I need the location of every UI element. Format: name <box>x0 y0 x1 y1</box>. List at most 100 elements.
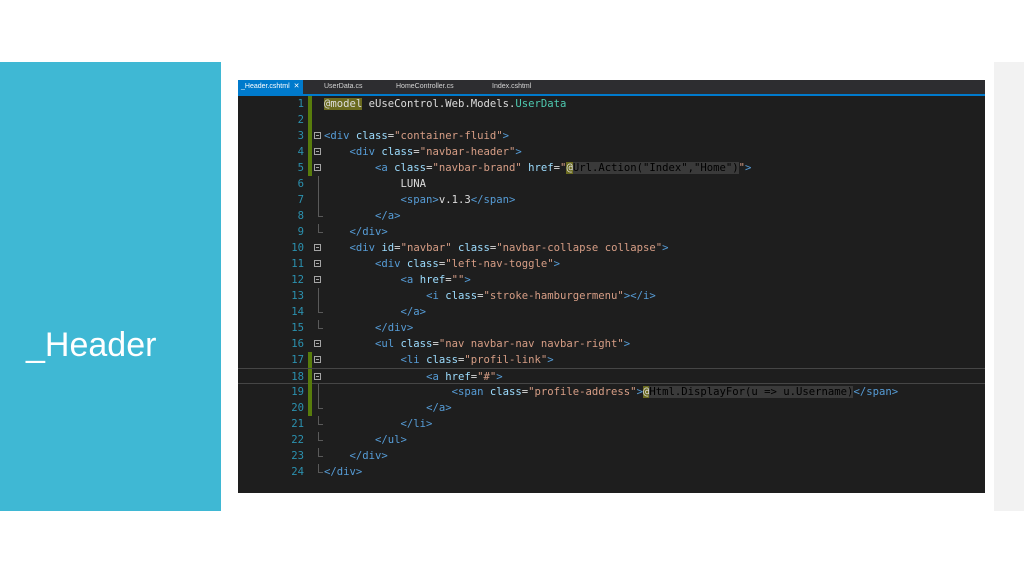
code-line[interactable]: 9 </div> <box>238 224 985 240</box>
code-text: </ul> <box>375 434 407 446</box>
line-number: 18 <box>291 371 304 383</box>
code-text: </a> <box>375 210 401 222</box>
code-text: <span class="profile-address">@Html.Disp… <box>451 386 899 398</box>
fold-end-marker <box>318 448 323 457</box>
fold-guide <box>318 384 319 400</box>
line-number: 10 <box>291 242 304 254</box>
code-line[interactable]: 16 <ul class="nav navbar-nav navbar-righ… <box>238 336 985 352</box>
change-marker <box>308 128 312 144</box>
fold-toggle-icon[interactable] <box>314 148 321 155</box>
editor-tab-bar: _Header.cshtml ✕ UserData.cs HomeControll… <box>238 80 985 96</box>
code-line[interactable]: 2 <box>238 112 985 128</box>
fold-toggle-icon[interactable] <box>314 276 321 283</box>
fold-toggle-icon[interactable] <box>314 356 321 363</box>
fold-end-marker <box>318 208 323 217</box>
fold-end-marker <box>318 416 323 425</box>
tab-label: HomeController.cs <box>396 83 454 90</box>
change-marker <box>308 112 312 128</box>
code-line[interactable]: 24 </div> <box>238 464 985 480</box>
code-text: <div class="left-nav-toggle"> <box>375 258 561 270</box>
code-line[interactable]: 10 <div id="navbar" class="navbar-collap… <box>238 240 985 256</box>
code-line[interactable]: 4 <div class="navbar-header"> <box>238 144 985 160</box>
fold-toggle-icon[interactable] <box>314 340 321 347</box>
code-line[interactable]: 18 <a href="#"> <box>238 368 985 385</box>
code-text: <i class="stroke-hamburgermenu"></i> <box>426 290 656 302</box>
line-number: 4 <box>297 146 304 158</box>
line-number: 7 <box>297 194 304 206</box>
code-line[interactable]: 14 </a> <box>238 304 985 320</box>
fold-guide <box>318 192 319 208</box>
code-line[interactable]: 23 </div> <box>238 448 985 464</box>
line-number: 21 <box>291 418 304 430</box>
fold-toggle-icon[interactable] <box>314 373 321 380</box>
line-number: 11 <box>291 258 304 270</box>
code-text: </a> <box>426 402 452 414</box>
line-number: 17 <box>291 354 304 366</box>
code-line[interactable]: 13 <i class="stroke-hamburgermenu"></i> <box>238 288 985 304</box>
code-line[interactable]: 12 <a href=""> <box>238 272 985 288</box>
code-editor-window: _Header.cshtml ✕ UserData.cs HomeControll… <box>238 80 985 493</box>
line-number: 2 <box>297 114 304 126</box>
change-marker <box>308 144 312 160</box>
code-line[interactable]: 17 <li class="profil-link"> <box>238 352 985 368</box>
change-marker <box>308 352 312 368</box>
code-line[interactable]: 22 </ul> <box>238 432 985 448</box>
slide-title: _Header <box>26 326 157 364</box>
code-text: <div class="navbar-header"> <box>349 146 522 158</box>
change-marker <box>308 384 312 400</box>
code-text: <a class="navbar-brand" href="@Url.Actio… <box>375 162 752 174</box>
fold-end-marker <box>318 224 323 233</box>
line-number: 24 <box>291 466 304 478</box>
tab-label: Index.cshtml <box>492 83 532 90</box>
close-icon[interactable]: ✕ <box>294 83 300 90</box>
line-number: 14 <box>291 306 304 318</box>
code-line[interactable]: 19 <span class="profile-address">@Html.D… <box>238 384 985 400</box>
fold-toggle-icon[interactable] <box>314 244 321 251</box>
slide-right-strip <box>994 62 1024 511</box>
line-number: 5 <box>297 162 304 174</box>
tab-userdata-cs[interactable]: UserData.cs <box>324 80 363 94</box>
change-marker <box>308 160 312 176</box>
line-number: 1 <box>297 98 304 110</box>
change-marker <box>308 369 312 385</box>
line-number: 22 <box>291 434 304 446</box>
code-line[interactable]: 5 <a class="navbar-brand" href="@Url.Act… <box>238 160 985 176</box>
code-text: @model eUseControl.Web.Models.UserData <box>324 98 567 110</box>
code-text: </div> <box>375 322 414 334</box>
fold-toggle-icon[interactable] <box>314 164 321 171</box>
code-text: </div> <box>349 226 388 238</box>
code-text: <div id="navbar" class="navbar-collapse … <box>349 242 669 254</box>
code-line[interactable]: 11 <div class="left-nav-toggle"> <box>238 256 985 272</box>
title-panel: _Header <box>0 62 221 511</box>
line-number: 15 <box>291 322 304 334</box>
code-line[interactable]: 8 </a> <box>238 208 985 224</box>
tab-header-cshtml[interactable]: _Header.cshtml ✕ <box>238 80 303 94</box>
tab-label: _Header.cshtml <box>241 83 290 90</box>
code-text: <a href=""> <box>400 274 471 286</box>
code-text: </a> <box>400 306 427 318</box>
code-line[interactable]: 3 <div class="container-fluid"> <box>238 128 985 144</box>
code-line[interactable]: 7 <span>v.1.3</span> <box>238 192 985 208</box>
fold-guide <box>318 176 319 192</box>
code-text: <span>v.1.3</span> <box>400 194 516 206</box>
code-line[interactable]: 6 LUNA <box>238 176 985 192</box>
line-number: 23 <box>291 450 304 462</box>
fold-end-marker <box>318 432 323 441</box>
fold-end-marker <box>318 320 323 329</box>
fold-toggle-icon[interactable] <box>314 260 321 267</box>
code-text: LUNA <box>324 178 427 190</box>
code-text: <a href="#"> <box>426 371 503 383</box>
tab-homecontroller-cs[interactable]: HomeController.cs <box>396 80 454 94</box>
code-text: </div> <box>324 466 363 478</box>
fold-toggle-icon[interactable] <box>314 132 321 139</box>
line-number: 16 <box>291 338 304 350</box>
code-line[interactable]: 21 </li> <box>238 416 985 432</box>
code-line[interactable]: 1 @model eUseControl.Web.Models.UserData <box>238 96 985 112</box>
line-number: 3 <box>297 130 304 142</box>
code-line[interactable]: 15 </div> <box>238 320 985 336</box>
code-line[interactable]: 20 </a> <box>238 400 985 416</box>
fold-end-marker <box>318 304 323 313</box>
fold-end-marker <box>318 400 323 409</box>
code-text: <div class="container-fluid"> <box>324 130 509 142</box>
tab-index-cshtml[interactable]: Index.cshtml <box>492 80 531 94</box>
